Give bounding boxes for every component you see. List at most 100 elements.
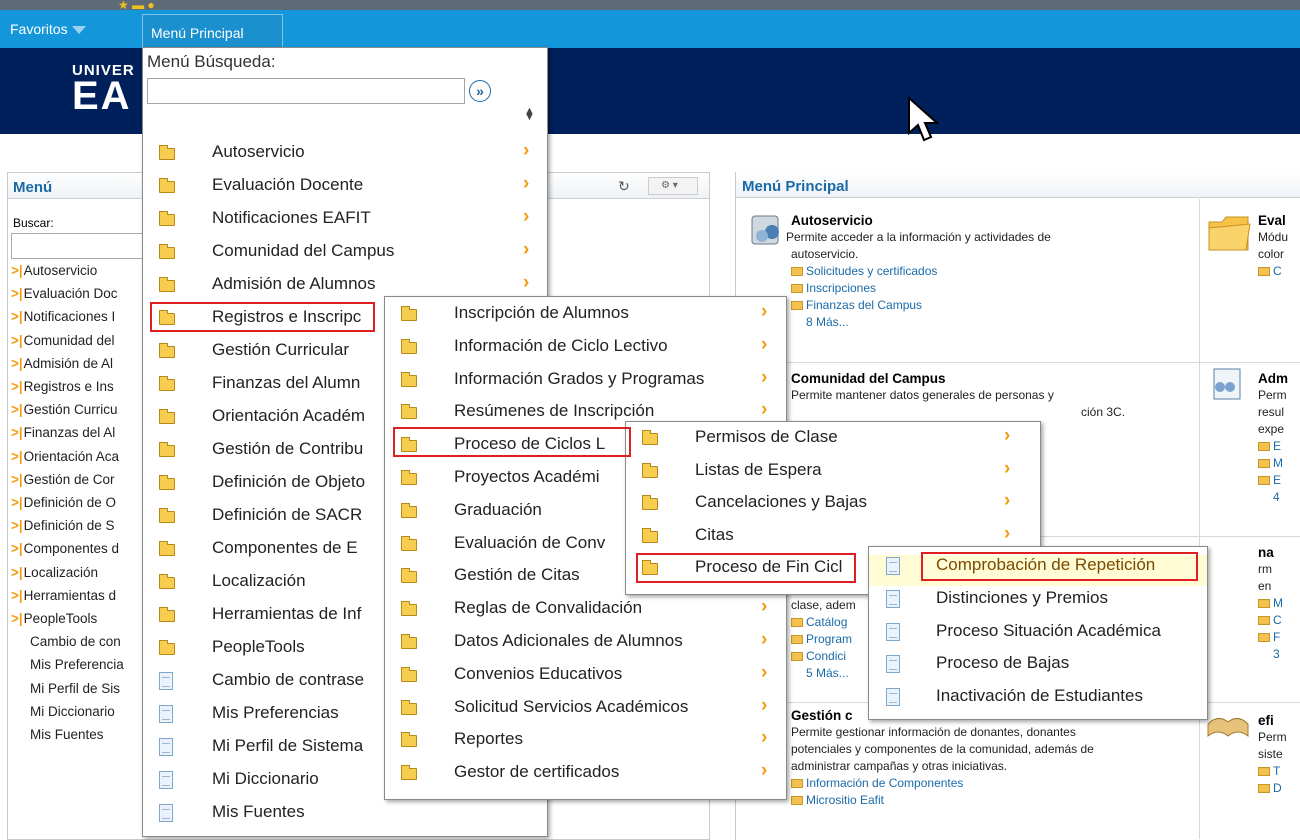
menu-item-autoservicio[interactable]: Autoservicio ›	[143, 140, 547, 172]
menu-item-informacion-de-ciclo-lectivo[interactable]: Información de Ciclo Lectivo ›	[385, 334, 786, 366]
folder-icon	[159, 277, 175, 292]
section-link[interactable]: Solicitudes y certificados	[791, 263, 1191, 280]
menu-item-mis-fuentes[interactable]: Mis Fuentes	[143, 802, 547, 832]
section-link[interactable]: D	[1258, 780, 1300, 797]
left-search-input[interactable]	[11, 233, 151, 259]
menu-item-evaluacion-docente[interactable]: Evaluación Docente ›	[143, 173, 547, 205]
menu-search-input[interactable]	[147, 78, 465, 104]
section-title[interactable]: Comunidad del Campus	[791, 370, 1191, 387]
left-nav-item[interactable]: >|Finanzas del Al	[11, 425, 115, 440]
menu-item-convenios-educativos[interactable]: Convenios Educativos ›	[385, 662, 786, 694]
section-title[interactable]: efi	[1258, 712, 1300, 729]
menu-item-solicitud-servicios-academicos[interactable]: Solicitud Servicios Académicos ›	[385, 694, 786, 727]
menu-item-label: Gestor de certificados	[454, 762, 620, 782]
section-title[interactable]: Adm	[1258, 370, 1300, 387]
menu-item-label: Localización	[212, 571, 306, 590]
left-nav-item[interactable]: >|Definición de O	[11, 495, 116, 510]
section-link[interactable]: T	[1258, 763, 1300, 780]
section-desc: color	[1258, 247, 1285, 261]
menu-item-cancelaciones-y-bajas[interactable]: Cancelaciones y Bajas ›	[626, 490, 1040, 522]
section-link[interactable]: Información de Componentes	[791, 775, 1191, 792]
section-link[interactable]: E	[1258, 438, 1300, 455]
menu-item-reglas-de-convalidacion[interactable]: Reglas de Convalidación ›	[385, 596, 786, 628]
expand-arrow-icon: >|	[11, 587, 23, 603]
section-title[interactable]: Autoservicio	[791, 212, 1191, 229]
document-icon	[886, 622, 900, 641]
chevron-right-icon: ›	[761, 366, 768, 388]
left-nav-item[interactable]: >|Definición de S	[11, 518, 114, 533]
menu-item-inactivacion-de-estudiantes[interactable]: Inactivación de Estudiantes	[869, 686, 1207, 716]
section-link[interactable]: Micrositio Eafit	[791, 792, 1191, 809]
left-nav-item[interactable]: >|PeopleTools	[11, 611, 97, 626]
left-nav-item[interactable]: >|Localización	[11, 565, 98, 580]
more-link[interactable]: 8 Más...	[791, 314, 1191, 331]
section-desc: rm	[1258, 562, 1272, 576]
menu-item-distinciones-y-premios[interactable]: Distinciones y Premios	[869, 588, 1207, 618]
left-nav-item[interactable]: Mis Preferencia	[30, 657, 124, 672]
left-nav-item[interactable]: >|Comunidad del	[11, 333, 114, 348]
folder-icon	[401, 535, 417, 551]
more-link[interactable]: 4	[1258, 489, 1300, 506]
menu-item-proceso-situacion-academica[interactable]: Proceso Situación Académica	[869, 621, 1207, 651]
left-nav-label: Definición de S	[23, 518, 115, 534]
left-nav-item[interactable]: Mi Diccionario	[30, 704, 115, 719]
left-nav-item[interactable]: Mi Perfil de Sis	[30, 681, 120, 696]
menu-item-proceso-de-bajas[interactable]: Proceso de Bajas	[869, 653, 1207, 683]
menu-item-notificaciones-eafit[interactable]: Notificaciones EAFIT ›	[143, 206, 547, 238]
left-nav-label: Mis Preferencia	[30, 657, 124, 673]
refresh-icon[interactable]: ↻	[618, 178, 630, 195]
menu-item-datos-adicionales-de-alumnos[interactable]: Datos Adicionales de Alumnos ›	[385, 629, 786, 661]
section-link[interactable]: Inscripciones	[791, 280, 1191, 297]
section-link[interactable]: C	[1258, 612, 1300, 629]
section-link[interactable]: M	[1258, 595, 1300, 612]
section-link[interactable]: E	[1258, 472, 1300, 489]
left-nav-item[interactable]: >|Herramientas d	[11, 588, 116, 603]
expand-arrow-icon: >|	[11, 425, 23, 441]
folder-icon	[791, 618, 803, 627]
eafit-logo: UNIVER EA	[72, 62, 135, 116]
expand-arrow-icon: >|	[11, 448, 23, 464]
section-link[interactable]: Finanzas del Campus	[791, 297, 1191, 314]
favorites-menu[interactable]: Favoritos	[10, 21, 86, 37]
expand-arrow-icon: >|	[11, 564, 23, 580]
left-nav-item[interactable]: >|Orientación Aca	[11, 449, 119, 464]
left-nav-item[interactable]: >|Evaluación Doc	[11, 286, 117, 301]
menu-item-permisos-de-clase[interactable]: Permisos de Clase ›	[626, 425, 1040, 457]
menu-item-label: Autoservicio	[212, 142, 305, 161]
left-nav-item[interactable]: >|Autoservicio	[11, 263, 97, 278]
expand-arrow-icon: >|	[11, 355, 23, 371]
search-go-icon[interactable]: »	[469, 80, 491, 102]
expand-arrow-icon: >|	[11, 495, 23, 510]
left-nav-item[interactable]: >|Registros e Ins	[11, 379, 114, 394]
menu-item-listas-de-espera[interactable]: Listas de Espera ›	[626, 458, 1040, 490]
main-menu-title: Menú Principal	[742, 178, 849, 195]
left-nav-item[interactable]: Mis Fuentes	[30, 727, 104, 742]
menu-item-gestor-de-certificados[interactable]: Gestor de certificados ›	[385, 760, 786, 792]
left-nav-item[interactable]: >|Gestión Curricu	[11, 402, 117, 417]
left-nav-item[interactable]: >|Admisión de Al	[11, 356, 113, 371]
left-nav-item[interactable]: Cambio de con	[30, 634, 121, 649]
left-nav-item[interactable]: >|Componentes d	[11, 541, 119, 556]
section-link[interactable]: M	[1258, 455, 1300, 472]
main-menu-tab[interactable]: Menú Principal	[142, 14, 283, 48]
menu-item-comunidad-del-campus[interactable]: Comunidad del Campus ›	[143, 239, 547, 271]
chevron-right-icon: ›	[761, 694, 768, 716]
left-nav-item[interactable]: >|Gestión de Cor	[11, 472, 114, 487]
top-strip	[0, 0, 1300, 10]
sort-icon[interactable]: ▲ ▼	[524, 106, 535, 123]
menu-item-inscripcion-de-alumnos[interactable]: Inscripción de Alumnos ›	[385, 301, 786, 333]
more-link[interactable]: 3	[1258, 646, 1300, 663]
section-title[interactable]: Eval	[1258, 212, 1300, 229]
section-link[interactable]: F	[1258, 629, 1300, 646]
menu-item-reportes[interactable]: Reportes ›	[385, 727, 786, 759]
menu-item-informacion-grados-y-programas[interactable]: Información Grados y Programas ›	[385, 366, 786, 399]
menu-item-label: Definición de SACR	[212, 505, 363, 524]
folder-icon	[159, 178, 175, 193]
section-link[interactable]: C	[1258, 263, 1300, 280]
gear-icon[interactable]: ⚙ ▾	[648, 177, 698, 195]
section-title[interactable]: na	[1258, 544, 1300, 561]
left-nav-item[interactable]: >|Notificaciones I	[11, 309, 115, 324]
autoservicio-icon	[751, 215, 779, 245]
folder-icon	[159, 409, 175, 424]
section-desc: Permite acceder a la información y activ…	[786, 230, 1051, 244]
